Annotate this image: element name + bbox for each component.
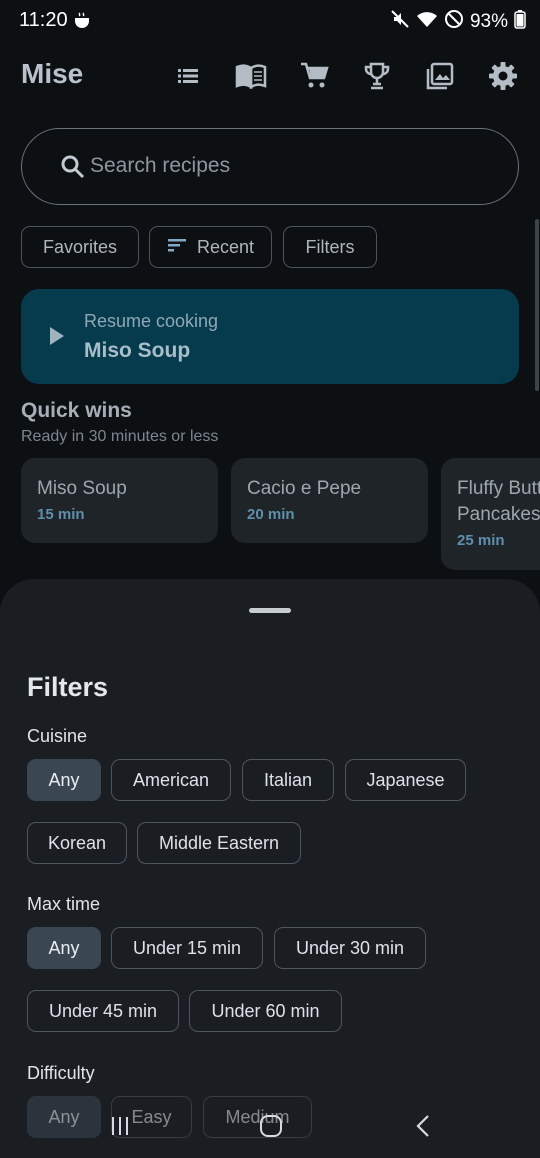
filters-title: Filters (27, 672, 109, 702)
recipe-time: 20 min (247, 506, 295, 523)
status-time: 11:20 (19, 9, 68, 31)
search-bar[interactable] (21, 128, 519, 205)
system-nav-bar (0, 1096, 540, 1158)
search-input[interactable] (90, 129, 490, 203)
status-icons: 93% (390, 9, 526, 34)
recent-chip[interactable]: Recent (149, 226, 272, 268)
time-chip-under-60[interactable]: Under 60 min (189, 990, 342, 1032)
home-button[interactable] (251, 1110, 291, 1146)
cuisine-chip-middle-eastern[interactable]: Middle Eastern (137, 822, 301, 864)
resume-recipe-title: Miso Soup (84, 339, 191, 362)
cuisine-chip-any[interactable]: Any (27, 759, 101, 801)
quick-win-card[interactable]: Fluffy Butt Pancakes 25 min (441, 458, 540, 570)
coffee-icon (73, 12, 91, 35)
time-chip-under-15[interactable]: Under 15 min (111, 927, 263, 969)
quick-win-card[interactable]: Miso Soup 15 min (21, 458, 218, 543)
book-icon[interactable] (235, 60, 267, 92)
home-icon (259, 1114, 283, 1143)
search-icon (60, 154, 86, 185)
battery-icon (514, 9, 526, 34)
cuisine-chip-korean[interactable]: Korean (27, 822, 127, 864)
gallery-icon[interactable] (424, 60, 456, 92)
cart-icon[interactable] (298, 60, 330, 92)
time-chip-any[interactable]: Any (27, 927, 101, 969)
recent-chip-label: Recent (196, 236, 255, 257)
recipe-time: 15 min (37, 506, 85, 523)
filters-bottom-sheet: Filters Cuisine Any American Italian Jap… (0, 579, 540, 1158)
favorites-chip[interactable]: Favorites (21, 226, 139, 268)
play-icon (49, 326, 65, 351)
cuisine-chip-american[interactable]: American (111, 759, 231, 801)
scrollbar[interactable] (535, 219, 539, 391)
filters-chip-label: Filters (305, 236, 355, 257)
sheet-drag-handle[interactable] (249, 608, 291, 613)
back-icon (415, 1114, 431, 1143)
difficulty-label: Difficulty (27, 1063, 95, 1083)
resume-cooking-card[interactable]: Resume cooking Miso Soup (21, 289, 519, 384)
time-chip-under-30[interactable]: Under 30 min (274, 927, 426, 969)
quick-wins-subtitle: Ready in 30 minutes or less (21, 428, 219, 445)
favorites-chip-label: Favorites (42, 236, 118, 257)
recipe-name-line2: Pancakes (457, 504, 540, 525)
sort-icon (167, 237, 187, 258)
recents-button[interactable] (100, 1110, 140, 1146)
trophy-icon[interactable] (361, 60, 393, 92)
cuisine-chip-italian[interactable]: Italian (242, 759, 334, 801)
list-icon[interactable] (172, 60, 204, 92)
quick-wins-title: Quick wins (21, 399, 132, 422)
recipe-name-line1: Fluffy Butt (457, 478, 540, 499)
app-title: Mise (21, 58, 84, 89)
time-chip-under-45[interactable]: Under 45 min (27, 990, 179, 1032)
filters-chip[interactable]: Filters (283, 226, 377, 268)
wifi-icon (416, 9, 438, 34)
cuisine-label: Cuisine (27, 726, 88, 746)
mute-icon (390, 9, 410, 34)
status-bar: 11:20 93% (0, 0, 540, 40)
recents-icon (109, 1116, 131, 1141)
dnd-icon (444, 9, 464, 34)
quick-win-card[interactable]: Cacio e Pepe 20 min (231, 458, 428, 543)
battery-percent: 93% (469, 10, 508, 32)
recipe-time: 25 min (457, 532, 505, 549)
recipe-name: Miso Soup (37, 478, 127, 499)
back-button[interactable] (403, 1110, 443, 1146)
cuisine-chip-japanese[interactable]: Japanese (345, 759, 466, 801)
max-time-label: Max time (27, 894, 101, 914)
resume-label: Resume cooking (84, 311, 219, 331)
recipe-name: Cacio e Pepe (247, 478, 362, 499)
settings-icon[interactable] (487, 60, 519, 92)
